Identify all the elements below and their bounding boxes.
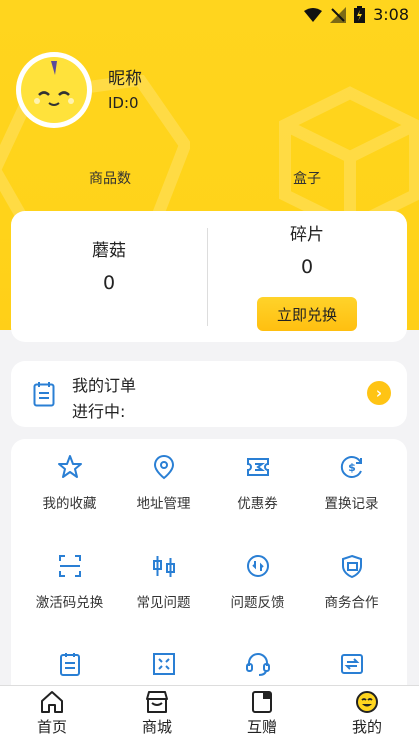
grid-item-feedback[interactable]: 问题反馈 — [208, 553, 307, 611]
grid-label: 优惠券 — [237, 496, 278, 512]
grid-item-favorites[interactable]: 我的收藏 — [20, 454, 119, 512]
svg-text:$: $ — [348, 461, 356, 474]
tab-home[interactable]: 首页 — [0, 690, 104, 737]
tab-mine[interactable]: 我的 — [315, 690, 419, 737]
my-orders-title: 我的订单 — [72, 376, 137, 395]
order-calendar-icon — [33, 382, 55, 407]
grid-item-business[interactable]: 商务合作 — [302, 553, 401, 611]
assets-divider — [207, 228, 208, 326]
faq-icon — [152, 556, 175, 577]
tab-label: 首页 — [36, 718, 67, 736]
nickname: 昵称 — [108, 69, 142, 89]
grid-item-frame[interactable] — [114, 651, 213, 689]
grid-item-coupons[interactable]: 优惠券 — [208, 454, 307, 512]
avatar-face — [21, 57, 87, 123]
grid-label: 置换记录 — [324, 496, 379, 512]
grid-label: 商务合作 — [324, 595, 379, 611]
star-icon — [57, 455, 82, 478]
bottom-tab-bar: 首页 商城 互赠 我的 — [0, 685, 419, 745]
grid-label: 我的收藏 — [42, 496, 97, 512]
exchange-record-icon: $ — [340, 456, 362, 478]
status-bar: 3:08 — [0, 0, 419, 30]
fragment-value: 0 — [301, 256, 314, 278]
avatar[interactable] — [16, 52, 92, 128]
scan-icon — [58, 555, 81, 577]
feedback-icon — [246, 555, 269, 577]
grid-label: 常见问题 — [136, 595, 191, 611]
tab-gift[interactable]: 互赠 — [210, 690, 314, 737]
store-icon — [146, 691, 168, 713]
tab-label: 互赠 — [246, 718, 277, 736]
orders-in-progress: 进行中: — [72, 402, 126, 421]
grid-item-clipboard[interactable] — [20, 651, 119, 689]
grid-item-faq[interactable]: 常见问题 — [114, 553, 213, 611]
fragment-label: 碎片 — [290, 225, 324, 245]
battery-icon — [354, 6, 366, 23]
coupon-icon — [246, 458, 269, 476]
mushroom-value: 0 — [103, 272, 116, 294]
grid-frame-icon — [152, 653, 175, 675]
tab-label: 我的 — [351, 718, 382, 736]
unicorn-face-icon — [34, 61, 74, 106]
headset-icon — [245, 653, 270, 676]
grid-item-exchange-records[interactable]: $ 置换记录 — [302, 454, 401, 512]
grid-item-address[interactable]: 地址管理 — [114, 454, 213, 512]
chevron-right-icon[interactable]: › — [367, 381, 391, 405]
box-count-label[interactable]: 盒子 — [293, 168, 321, 188]
clock-time: 3:08 — [373, 5, 409, 24]
gift-card-icon — [252, 691, 272, 713]
mushroom-label: 蘑菇 — [92, 241, 126, 261]
grid-label: 地址管理 — [136, 496, 191, 512]
redeem-now-button[interactable]: 立即兑换 — [257, 297, 357, 331]
grid-item-transfer[interactable] — [302, 651, 401, 689]
location-icon — [153, 454, 174, 480]
tab-label: 商城 — [141, 718, 172, 736]
grid-item-customer-service[interactable] — [208, 651, 307, 689]
goods-count-label[interactable]: 商品数 — [89, 168, 131, 188]
my-orders-card[interactable]: 我的订单 进行中: › — [11, 361, 407, 427]
transfer-icon — [340, 654, 363, 674]
tab-store[interactable]: 商城 — [105, 690, 209, 737]
grid-label: 激活码兑换 — [35, 595, 104, 611]
grid-item-activation-code[interactable]: 激活码兑换 — [20, 553, 119, 611]
business-icon — [341, 554, 362, 579]
profile-face-icon — [356, 691, 378, 713]
wifi-icon — [304, 7, 323, 22]
clipboard-icon — [59, 653, 80, 676]
home-icon — [41, 691, 63, 713]
signal-off-icon — [330, 6, 347, 23]
grid-label: 问题反馈 — [230, 595, 285, 611]
user-id: ID:0 — [108, 94, 139, 112]
